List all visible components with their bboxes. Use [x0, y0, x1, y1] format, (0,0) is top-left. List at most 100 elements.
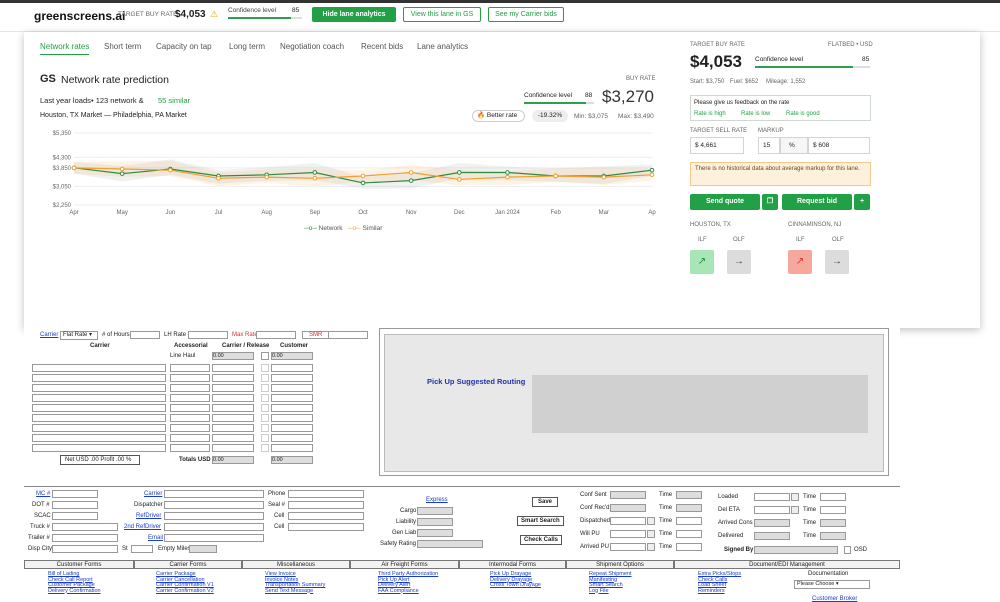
calendar-icon[interactable] [647, 517, 655, 525]
dot-input[interactable] [52, 501, 98, 509]
accessorial-customer-input[interactable] [271, 444, 313, 452]
accessorial-customer-input[interactable] [271, 434, 313, 442]
accessorial-customer-input[interactable] [271, 394, 313, 402]
accessorial-customer-input[interactable] [271, 424, 313, 432]
time-input[interactable] [820, 506, 846, 514]
accessorial-customer-input[interactable] [271, 364, 313, 372]
form-link-customer_forms[interactable]: Delivery Confirmation [48, 588, 101, 594]
dispatch-input-arrived_pu[interactable] [610, 543, 646, 551]
customer-broker-link[interactable]: Customer Broker [812, 596, 857, 602]
accessorial-release-input[interactable] [212, 384, 254, 392]
copy-icon[interactable]: ❐ [762, 194, 778, 210]
accessorial-customer-input[interactable] [271, 414, 313, 422]
accessorial-checkbox[interactable] [261, 394, 269, 402]
accessorial-carrier-input[interactable] [32, 374, 166, 382]
tab-long-term[interactable]: Long term [229, 42, 265, 51]
accessorial-name-input[interactable] [170, 364, 210, 372]
scac-input[interactable] [52, 512, 98, 520]
request-bid-button[interactable]: Request bid [782, 194, 852, 210]
accessorial-name-input[interactable] [170, 444, 210, 452]
smart-search-button[interactable]: Smart Search [517, 516, 564, 526]
osd-checkbox[interactable] [844, 546, 851, 554]
dispatch-input-dispatched[interactable] [610, 517, 646, 525]
accessorial-name-input[interactable] [170, 374, 210, 382]
smr-button[interactable]: SMR [302, 331, 330, 339]
ref-driver2-input[interactable] [164, 523, 264, 531]
hours-input[interactable] [130, 331, 160, 339]
accessorial-release-input[interactable] [212, 434, 254, 442]
form-link-intermodal[interactable]: Cross Town Drayage [490, 582, 541, 588]
accessorial-checkbox[interactable] [261, 384, 269, 392]
accessorial-release-input[interactable] [212, 414, 254, 422]
ref-driver-input[interactable] [164, 512, 264, 520]
accessorial-release-input[interactable] [212, 364, 254, 372]
disp-city-input[interactable] [52, 545, 118, 553]
accessorial-name-input[interactable] [170, 384, 210, 392]
form-link-ship2[interactable]: Reminders [698, 588, 725, 594]
mc-input[interactable] [52, 490, 98, 498]
accessorial-carrier-input[interactable] [32, 364, 166, 372]
accessorial-carrier-input[interactable] [32, 424, 166, 432]
check-calls-button[interactable]: Check Calls [520, 535, 563, 545]
dispatch-input-will_pu[interactable] [610, 530, 646, 538]
accessorial-carrier-input[interactable] [32, 444, 166, 452]
tab-recent-bids[interactable]: Recent bids [361, 42, 403, 51]
dispatch-input-del_eta[interactable] [754, 506, 790, 514]
view-lane-button[interactable]: View this lane in GS [403, 7, 481, 22]
ref-driver2-link[interactable]: 2nd RefDriver [124, 524, 161, 530]
accessorial-release-input[interactable] [212, 444, 254, 452]
accessorial-customer-input[interactable] [271, 404, 313, 412]
time-input[interactable] [676, 517, 702, 525]
ref-driver-link[interactable]: RefDriver [136, 513, 161, 519]
accessorial-release-input[interactable] [212, 374, 254, 382]
truck-input[interactable] [52, 523, 118, 531]
save-button[interactable]: Save [532, 497, 559, 507]
form-link-air[interactable]: FAA Compliance [378, 588, 419, 594]
accessorial-customer-input[interactable] [271, 384, 313, 392]
accessorial-carrier-input[interactable] [32, 434, 166, 442]
dispatch-input-loaded[interactable] [754, 493, 790, 501]
form-link-misc[interactable]: Send Text Message [265, 588, 313, 594]
dispatcher-input[interactable] [164, 501, 264, 509]
accessorial-customer-input[interactable] [271, 374, 313, 382]
calendar-icon[interactable] [647, 530, 655, 538]
accessorial-name-input[interactable] [170, 394, 210, 402]
tab-capacity-on-tap[interactable]: Capacity on tap [156, 42, 212, 51]
time-input[interactable] [676, 543, 702, 551]
cell2-input[interactable] [288, 523, 364, 531]
time-input[interactable] [820, 493, 846, 501]
accessorial-name-input[interactable] [170, 414, 210, 422]
send-quote-button[interactable]: Send quote [690, 194, 760, 210]
accessorial-release-input[interactable] [212, 404, 254, 412]
mc-link[interactable]: MC # [36, 491, 50, 497]
accessorial-name-input[interactable] [170, 424, 210, 432]
markup-percent-input[interactable]: 15 [758, 137, 780, 154]
seal-input[interactable] [288, 501, 364, 509]
accessorial-checkbox[interactable] [261, 444, 269, 452]
rate-good-link[interactable]: Rate is good [786, 111, 820, 117]
accessorial-name-input[interactable] [170, 404, 210, 412]
accessorial-name-input[interactable] [170, 434, 210, 442]
cell-input[interactable] [288, 512, 364, 520]
accessorial-checkbox[interactable] [261, 424, 269, 432]
accessorial-carrier-input[interactable] [32, 384, 166, 392]
lh-rate-input[interactable] [188, 331, 228, 339]
hide-lane-analytics-button[interactable]: Hide lane analytics [312, 7, 396, 22]
carrier-name-input[interactable] [164, 490, 264, 498]
time-input[interactable] [676, 530, 702, 538]
smr-input[interactable] [328, 331, 368, 339]
state-input[interactable] [131, 545, 153, 553]
accessorial-checkbox[interactable] [261, 374, 269, 382]
rate-high-link[interactable]: Rate is high [694, 111, 726, 117]
tab-short-term[interactable]: Short term [104, 42, 141, 51]
documentation-select[interactable]: Please Choose ▾ [794, 580, 870, 589]
phone-input[interactable] [288, 490, 364, 498]
accessorial-release-input[interactable] [212, 424, 254, 432]
form-link-ship1[interactable]: Log File [589, 588, 609, 594]
line-haul-checkbox[interactable] [261, 352, 269, 360]
tab-network-rates[interactable]: Network rates [40, 42, 90, 55]
accessorial-carrier-input[interactable] [32, 404, 166, 412]
max-rate-input[interactable] [256, 331, 296, 339]
calendar-icon[interactable] [791, 493, 799, 501]
tab-lane-analytics[interactable]: Lane analytics [417, 42, 468, 51]
